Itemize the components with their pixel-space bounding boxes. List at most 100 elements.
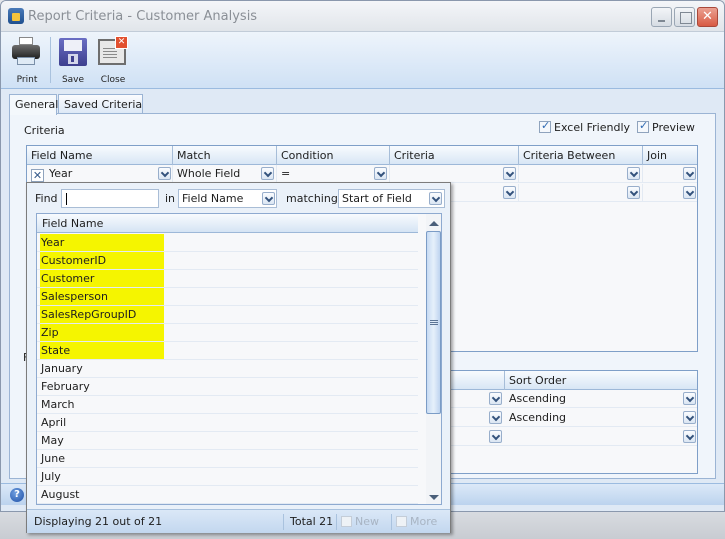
field-list-item-label: March <box>41 398 75 411</box>
new-icon <box>341 516 352 527</box>
sort-order-cell[interactable]: Ascending <box>505 409 698 427</box>
field-list-item-label: February <box>41 380 90 393</box>
column-header-condition[interactable]: Condition <box>277 146 390 165</box>
field-list-item-label: Customer <box>40 270 164 287</box>
excel-friendly-checkbox[interactable]: Excel Friendly <box>539 119 631 134</box>
chevron-down-icon[interactable] <box>683 186 696 199</box>
chevron-down-icon[interactable] <box>489 392 502 405</box>
field-list-item[interactable]: May <box>37 432 418 450</box>
field-list-item-label: January <box>41 362 83 375</box>
sort-order-cell[interactable]: Ascending <box>505 390 698 408</box>
field-list-item[interactable]: August <box>37 486 418 504</box>
field-list-item[interactable]: June <box>37 450 418 468</box>
chevron-down-icon[interactable] <box>627 167 640 180</box>
chevron-down-icon[interactable] <box>503 167 516 180</box>
close-window-button[interactable] <box>697 7 718 27</box>
sort-order-cell[interactable] <box>505 428 698 446</box>
chevron-down-icon[interactable] <box>429 192 442 205</box>
more-icon <box>396 516 407 527</box>
in-label: in <box>165 192 176 205</box>
chevron-down-icon[interactable] <box>261 167 274 180</box>
field-list-item[interactable]: January <box>37 360 418 378</box>
field-list-item[interactable]: March <box>37 396 418 414</box>
criteria-between-cell[interactable] <box>519 165 643 183</box>
close-document-icon: ✕ <box>98 36 128 65</box>
field-list-item[interactable]: Salesperson <box>37 288 418 306</box>
preview-checkbox[interactable]: Preview <box>637 119 695 134</box>
scroll-up-arrow-icon[interactable] <box>429 221 439 226</box>
chevron-down-icon[interactable] <box>683 430 696 443</box>
field-list-item-label: April <box>41 416 67 429</box>
field-list-item-label: CustomerID <box>40 252 164 269</box>
chevron-down-icon[interactable] <box>683 411 696 424</box>
toolbar-separator <box>50 37 51 83</box>
save-button[interactable]: Save <box>53 35 93 87</box>
chevron-down-icon[interactable] <box>374 167 387 180</box>
field-list-item-label: SalesRepGroupID <box>40 306 164 323</box>
field-list-item[interactable]: SalesRepGroupID <box>37 306 418 324</box>
field-list-item-label: State <box>40 342 164 359</box>
delete-row-icon[interactable]: ✕ <box>31 169 44 182</box>
field-list-item[interactable]: Customer <box>37 270 418 288</box>
new-button[interactable]: New <box>341 515 379 528</box>
column-header-field-name[interactable]: Field Name <box>27 146 173 165</box>
matching-mode-select[interactable]: Start of Field <box>338 189 445 208</box>
scrollbar-thumb[interactable] <box>426 231 441 414</box>
column-header-match[interactable]: Match <box>173 146 277 165</box>
chevron-down-icon[interactable] <box>683 167 696 180</box>
field-list-item[interactable]: Zip <box>37 324 418 342</box>
print-button[interactable]: Print <box>7 35 47 87</box>
field-name-value: Year <box>49 167 73 180</box>
checkbox-checked-icon[interactable] <box>637 119 649 133</box>
column-header-criteria-between[interactable]: Criteria Between <box>519 146 643 165</box>
chevron-down-icon[interactable] <box>627 186 640 199</box>
chevron-down-icon[interactable] <box>489 430 502 443</box>
criteria-between-cell[interactable] <box>519 184 643 202</box>
checkbox-checked-icon[interactable] <box>539 119 551 133</box>
chevron-down-icon[interactable] <box>489 411 502 424</box>
field-list-item-label: May <box>41 434 64 447</box>
find-row: Find in Field Name matching Start of Fie… <box>27 183 450 213</box>
app-icon <box>8 8 24 24</box>
help-icon[interactable]: ? <box>10 488 24 502</box>
field-picker-dropdown: Find in Field Name matching Start of Fie… <box>26 182 451 533</box>
field-list-item[interactable]: Year <box>37 234 418 252</box>
criteria-cell[interactable] <box>390 165 519 183</box>
scroll-down-arrow-icon[interactable] <box>429 495 439 500</box>
close-label: Close <box>100 75 126 85</box>
printer-icon <box>11 37 41 67</box>
maximize-button[interactable] <box>674 7 695 27</box>
vertical-scrollbar[interactable] <box>426 214 441 504</box>
status-separator <box>336 514 337 530</box>
field-list: Field Name Year CustomerID Customer Salespe… <box>36 213 442 505</box>
find-input[interactable] <box>61 189 159 208</box>
minimize-button[interactable] <box>651 7 672 27</box>
field-list-header[interactable]: Field Name <box>37 214 418 233</box>
more-button[interactable]: More <box>396 515 437 528</box>
field-list-item[interactable]: April <box>37 414 418 432</box>
search-column-select[interactable]: Field Name <box>178 189 277 208</box>
displaying-count: Displaying 21 out of 21 <box>34 515 163 528</box>
chevron-down-icon[interactable] <box>503 186 516 199</box>
column-header-sort-order[interactable]: Sort Order <box>505 371 698 390</box>
window-title: Report Criteria - Customer Analysis <box>28 9 258 24</box>
column-header-join[interactable]: Join <box>643 146 698 165</box>
tab-saved-criteria[interactable]: Saved Criteria <box>58 94 143 114</box>
field-list-item[interactable]: July <box>37 468 418 486</box>
field-list-item-label: June <box>41 452 65 465</box>
close-button[interactable]: ✕ Close <box>93 35 133 87</box>
chevron-down-icon[interactable] <box>158 167 171 180</box>
field-list-item[interactable]: February <box>37 378 418 396</box>
text-caret <box>66 193 67 205</box>
chevron-down-icon[interactable] <box>683 392 696 405</box>
status-separator <box>283 514 284 530</box>
excel-friendly-label: Excel Friendly <box>554 121 631 134</box>
toolbar: Print Save ✕ Close <box>1 32 724 89</box>
column-header-criteria[interactable]: Criteria <box>390 146 519 165</box>
tab-general[interactable]: General <box>9 94 58 115</box>
chevron-down-icon[interactable] <box>262 192 275 205</box>
field-list-item[interactable]: CustomerID <box>37 252 418 270</box>
field-list-item[interactable]: State <box>37 342 418 360</box>
grip-icon <box>430 320 438 326</box>
field-name-cell[interactable]: ✕ Year <box>27 165 173 183</box>
